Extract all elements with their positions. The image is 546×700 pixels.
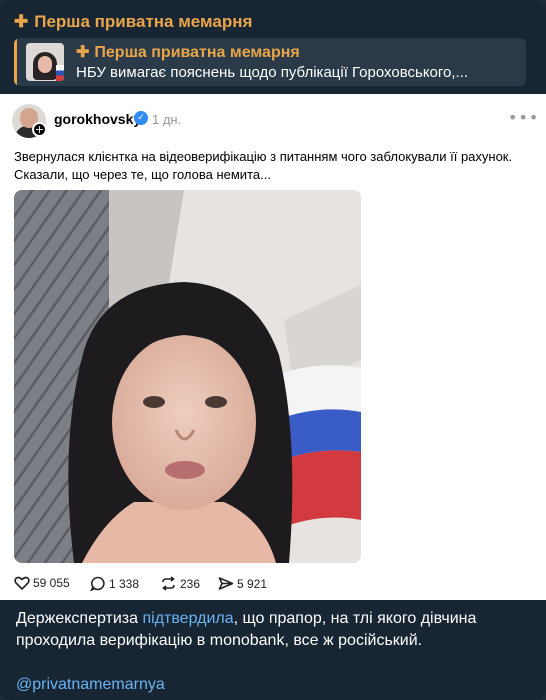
follow-plus-icon: + [32,122,47,137]
reply-text: НБУ вимагає пояснень щодо публікації Гор… [76,64,469,81]
post-age: 1 дн. [152,112,182,127]
message-text: Держекспертиза підтвердила, що прапор, н… [16,608,532,652]
caption-link[interactable]: підтвердила [142,610,233,627]
post-photo [14,190,361,563]
repost-icon [162,576,175,591]
reply-plus-icon: ✚ [76,44,90,61]
post-username: gorokhovsky [54,111,142,127]
channel-mention-link[interactable]: @privatnamemarnya [16,676,165,694]
heart-icon [14,576,30,591]
likes-count: 59 055 [33,576,70,590]
likes-stat[interactable]: 59 055 [14,576,70,591]
verified-badge-icon: ✓ [134,111,148,125]
reposts-stat[interactable]: 236 [160,576,200,591]
caption-text-before: Держекспертиза [16,610,143,627]
photo-illustration [14,190,361,563]
comment-icon [89,576,105,592]
threads-screenshot-image[interactable]: + gorokhovsky ✓ 1 дн. ••• Звернулася клі… [0,94,546,600]
channel-plus-icon: ✚ [14,12,29,31]
message-bubble: ✚ Перша приватна мемарня ✚ Перша приватна … [0,0,546,700]
post-text-line-2: Сказали, що через те, що голова немита..… [14,167,271,182]
reposts-count: 236 [180,577,201,591]
reply-accent-bar [14,38,17,86]
post-text: Звернулася клієнтка на відеоверифікацію … [14,148,534,184]
comments-count: 1 338 [109,577,140,591]
shares-count: 5 921 [237,577,268,591]
reply-sender-name: ✚ Перша приватна мемарня [76,42,300,62]
share-icon [218,577,234,590]
reply-preview[interactable]: ✚ Перша приватна мемарня НБУ вимагає пояс… [14,38,526,86]
shares-stat[interactable]: 5 921 [218,576,267,591]
comments-stat[interactable]: 1 338 [89,576,140,592]
sender-name[interactable]: ✚ Перша приватна мемарня [14,12,252,32]
sender-name-label: Перша приватна мемарня [34,12,253,31]
post-text-line-1: Звернулася клієнтка на відеоверифікацію … [14,149,513,164]
reply-sender-label: Перша приватна мемарня [94,44,300,61]
more-options-icon: ••• [508,108,540,127]
reply-thumbnail [26,43,64,81]
